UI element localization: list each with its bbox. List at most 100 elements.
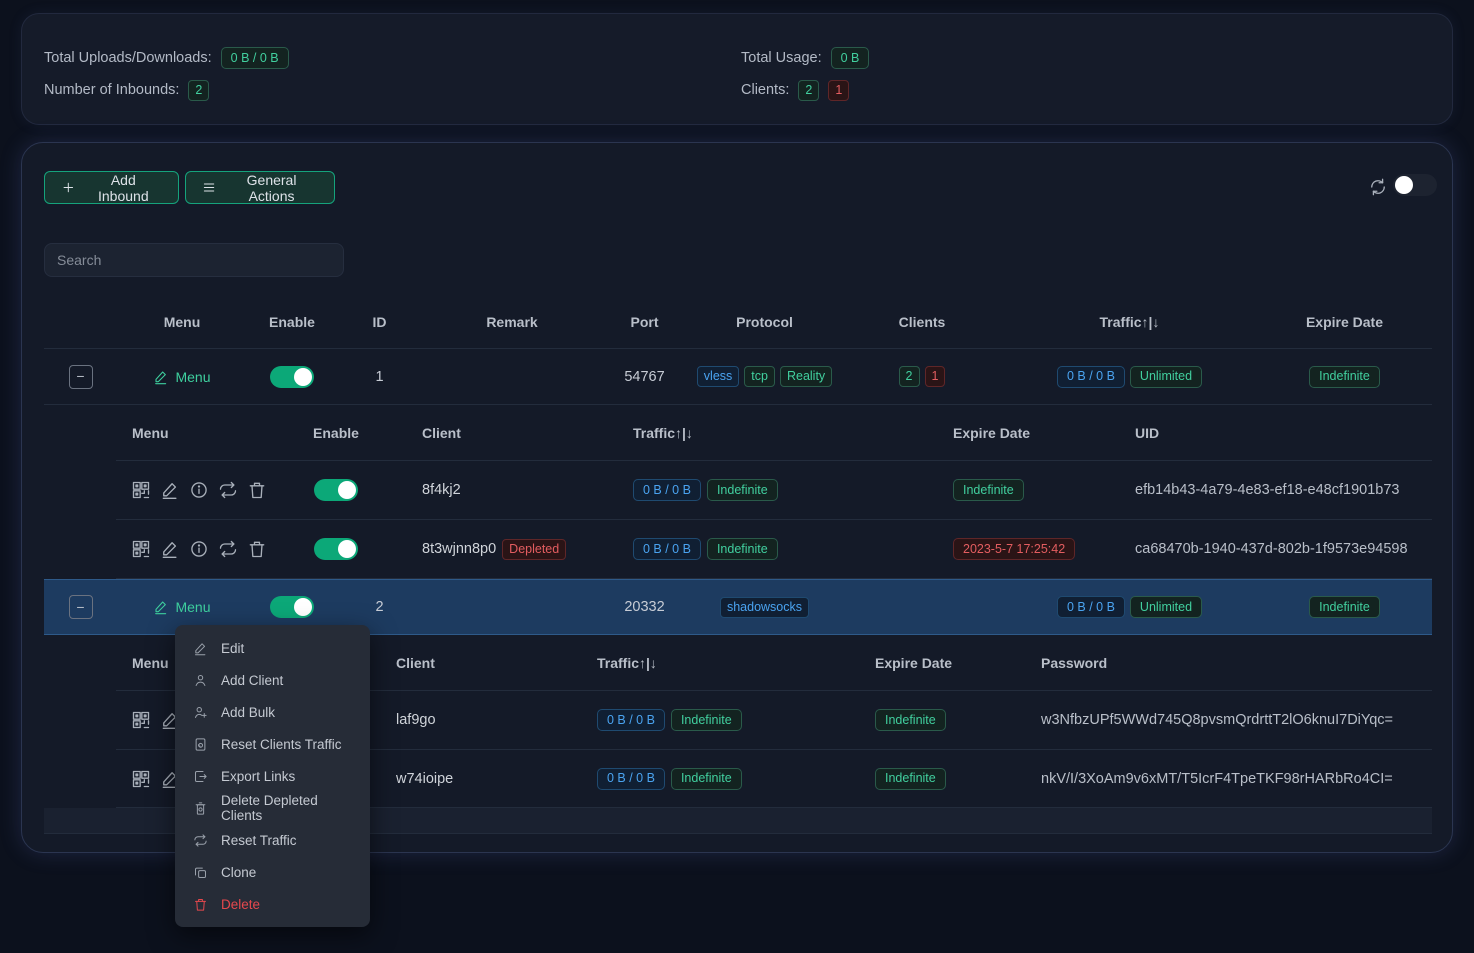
client-actions — [116, 480, 296, 500]
header-traffic[interactable]: Traffic↑|↓ — [591, 425, 861, 441]
menu-item-reset-clients-traffic[interactable]: Reset Clients Traffic — [175, 728, 370, 760]
traffic-badge: 0 B / 0 B — [597, 709, 665, 731]
reset-icon[interactable] — [218, 480, 238, 500]
traffic-badge: 0 B / 0 B — [633, 479, 701, 501]
stat-label: Total Usage: — [741, 50, 822, 66]
header-port: Port — [602, 314, 687, 330]
expire-badge: Indefinite — [1309, 596, 1380, 618]
header-menu: Menu — [116, 425, 296, 441]
row-menu-button[interactable]: Menu — [117, 599, 247, 615]
edit-icon — [193, 641, 208, 656]
header-id: ID — [337, 314, 422, 330]
menu-item-export-links[interactable]: Export Links — [175, 760, 370, 792]
add-bulk-icon — [193, 705, 208, 720]
menu-item-add-client[interactable]: Add Client — [175, 664, 370, 696]
collapse-row-button[interactable]: − — [69, 595, 93, 619]
reset-icon[interactable] — [218, 539, 238, 559]
clone-icon — [193, 865, 208, 880]
edit-icon — [153, 599, 169, 615]
delete-icon — [193, 897, 208, 912]
clients-active-badge: 2 — [798, 80, 819, 101]
delete-depleted-clients-icon — [193, 801, 208, 816]
delete-icon[interactable] — [247, 539, 267, 559]
qr-icon[interactable] — [131, 769, 151, 789]
dark-mode-toggle[interactable] — [1393, 174, 1437, 196]
client-name: 8t3wjnn8p0 — [422, 541, 496, 557]
client-uid: ca68470b-1940-437d-802b-1f9573e94598 — [1091, 541, 1432, 557]
expire-badge: Indefinite — [875, 768, 946, 790]
traffic-limit-badge: Unlimited — [1130, 366, 1202, 388]
protocol-tag: tcp — [744, 366, 775, 387]
inbound-port: 54767 — [602, 369, 687, 385]
stat-number-of-inbounds: Number of Inbounds: 2 — [44, 78, 209, 102]
traffic-cell: 0 B / 0 B Unlimited — [1002, 366, 1257, 388]
info-icon[interactable] — [189, 539, 209, 559]
enable-toggle[interactable] — [270, 366, 314, 388]
client-name: laf9go — [396, 712, 436, 728]
search-input[interactable] — [44, 243, 344, 277]
clients-counts: 2 1 — [842, 366, 1002, 387]
header-protocol: Protocol — [687, 314, 842, 330]
inbounds-page: Total Uploads/Downloads: 0 B / 0 B Numbe… — [0, 0, 1474, 953]
clients-depleted-badge: 1 — [925, 366, 946, 387]
general-actions-label: General Actions — [225, 172, 318, 204]
traffic-limit-badge: Indefinite — [671, 768, 742, 790]
inbound-id: 1 — [337, 369, 422, 385]
qr-icon[interactable] — [131, 539, 151, 559]
edit-icon[interactable] — [160, 480, 180, 500]
collapse-row-button[interactable]: − — [69, 365, 93, 389]
delete-icon[interactable] — [247, 480, 267, 500]
stat-value-badge: 2 — [188, 80, 209, 101]
export-links-icon — [193, 769, 208, 784]
traffic-limit-badge: Indefinite — [707, 538, 778, 560]
menu-item-delete-depleted-clients[interactable]: Delete Depleted Clients — [175, 792, 370, 824]
traffic-limit-badge: Indefinite — [671, 709, 742, 731]
add-inbound-label: Add Inbound — [85, 172, 162, 204]
menu-item-add-bulk[interactable]: Add Bulk — [175, 696, 370, 728]
menu-item-reset-traffic[interactable]: Reset Traffic — [175, 824, 370, 856]
edit-icon[interactable] — [160, 539, 180, 559]
client-table-1-header: Menu Enable Client Traffic↑|↓ Expire Dat… — [116, 405, 1432, 461]
row-menu-label: Menu — [175, 599, 210, 615]
stat-label: Number of Inbounds: — [44, 82, 179, 98]
stat-clients: Clients: 2 1 — [741, 78, 849, 102]
qr-icon[interactable] — [131, 480, 151, 500]
protocol-tag: shadowsocks — [720, 597, 809, 618]
stat-value-badge: 0 B — [831, 47, 870, 69]
row-menu-button[interactable]: Menu — [117, 369, 247, 385]
traffic-cell: 0 B / 0 B Indefinite — [591, 538, 861, 560]
add-inbound-button[interactable]: Add Inbound — [44, 171, 179, 204]
menu-item-clone[interactable]: Clone — [175, 856, 370, 888]
reset-traffic-icon — [193, 833, 208, 848]
enable-toggle[interactable] — [270, 596, 314, 618]
protocol-tag: Reality — [780, 366, 832, 387]
expire-badge: 2023-5-7 17:25:42 — [953, 538, 1075, 560]
client-row: 8t3wjnn8p0 Depleted 0 B / 0 B Indefinite… — [116, 520, 1432, 579]
traffic-cell: 0 B / 0 B Indefinite — [591, 768, 861, 790]
header-expire-date: Expire Date — [861, 425, 1091, 441]
info-icon[interactable] — [189, 480, 209, 500]
header-clients: Clients — [842, 314, 1002, 330]
inbound-port: 20332 — [602, 599, 687, 615]
depleted-badge: Depleted — [502, 539, 566, 560]
enable-toggle[interactable] — [314, 538, 358, 560]
enable-toggle[interactable] — [314, 479, 358, 501]
stat-total-usage: Total Usage: 0 B — [741, 46, 869, 70]
stat-label: Clients: — [741, 82, 789, 98]
menu-item-edit[interactable]: Edit — [175, 632, 370, 664]
row-menu-label: Menu — [175, 369, 210, 385]
refresh-icon[interactable] — [1368, 177, 1388, 197]
traffic-badge: 0 B / 0 B — [1057, 596, 1125, 618]
client-name: 8f4kj2 — [422, 482, 461, 498]
client-row: 8f4kj2 0 B / 0 B Indefinite Indefinite e… — [116, 461, 1432, 520]
add-client-icon — [193, 673, 208, 688]
menu-item-delete[interactable]: Delete — [175, 888, 370, 920]
header-menu: Menu — [117, 314, 247, 330]
qr-icon[interactable] — [131, 710, 151, 730]
stat-total-uploads-downloads: Total Uploads/Downloads: 0 B / 0 B — [44, 46, 289, 70]
header-traffic[interactable]: Traffic↑|↓ — [1002, 314, 1257, 330]
header-traffic[interactable]: Traffic↑|↓ — [591, 655, 861, 671]
general-actions-button[interactable]: General Actions — [185, 171, 335, 204]
inbound-context-menu: Edit Add Client Add Bulk Reset Clients T… — [175, 625, 370, 927]
expire-badge: Indefinite — [1309, 366, 1380, 388]
